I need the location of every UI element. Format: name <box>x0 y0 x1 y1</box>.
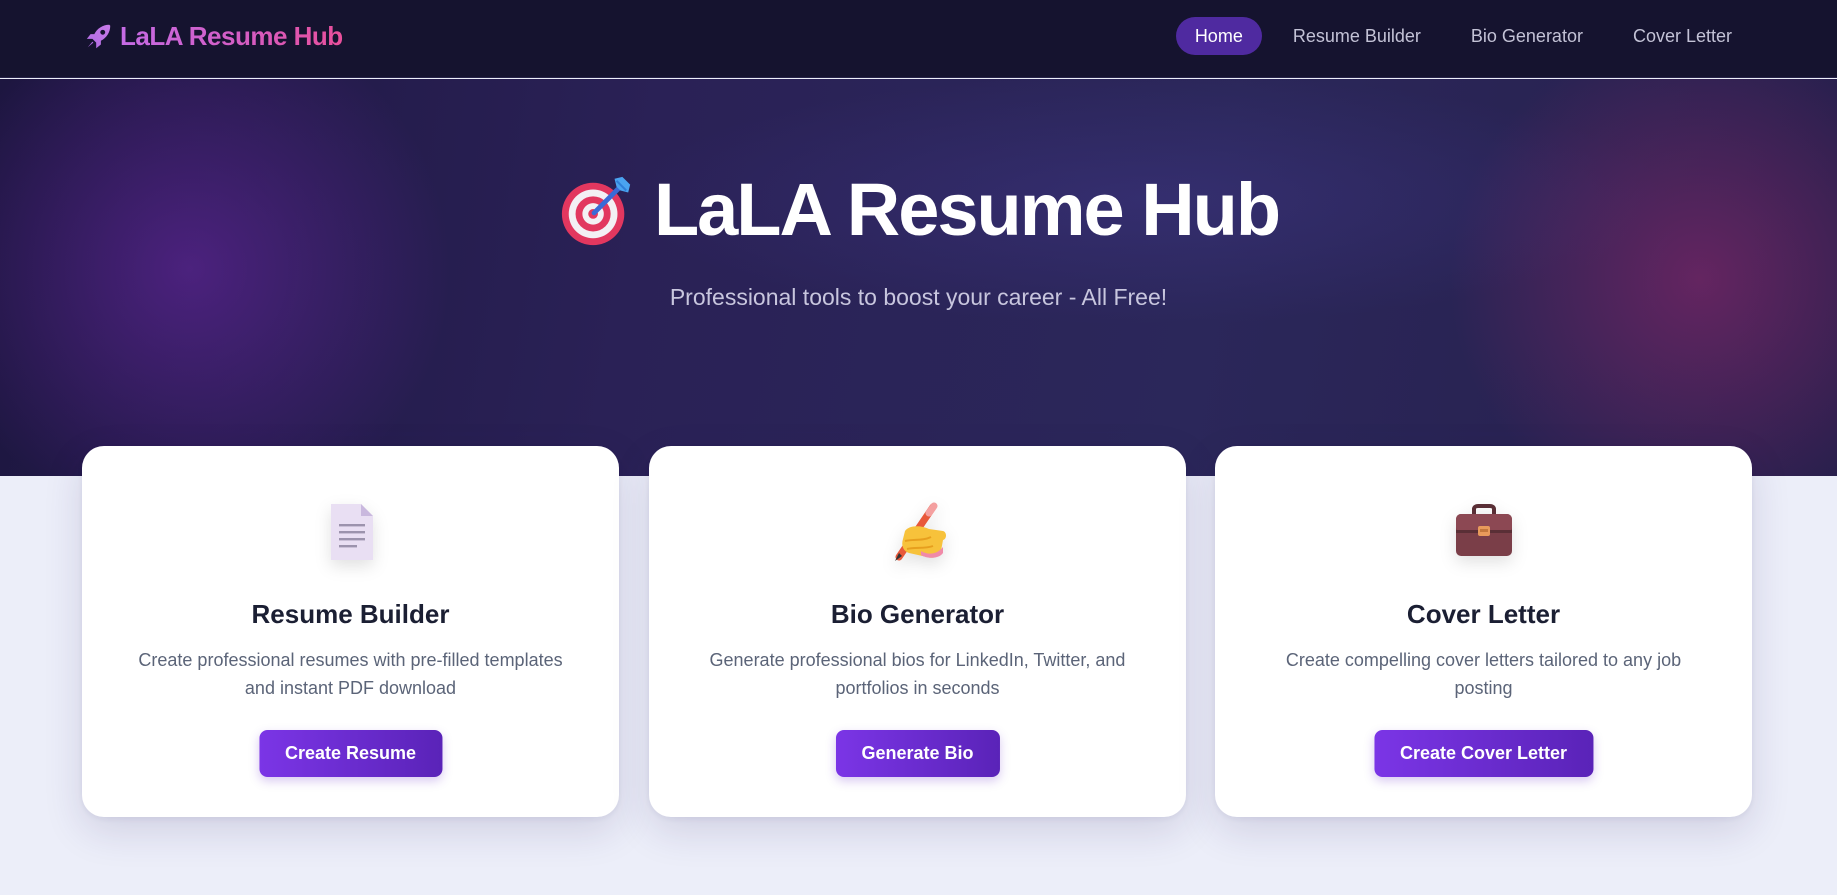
card-resume-builder: Resume Builder Create professional resum… <box>82 446 619 817</box>
create-resume-button[interactable]: Create Resume <box>258 730 443 777</box>
card-description: Create compelling cover letters tailored… <box>1285 650 1682 698</box>
card-description: Create professional resumes with pre-fil… <box>138 650 563 698</box>
navbar: LaLA Resume Hub Home Resume Builder Bio … <box>0 0 1837 78</box>
nav-cover-letter[interactable]: Cover Letter <box>1614 17 1751 55</box>
document-icon <box>319 500 383 564</box>
card-bio-generator: Bio Generator Generate professional bios… <box>649 446 1186 817</box>
card-description: Generate professional bios for LinkedIn,… <box>709 650 1126 698</box>
card-title: Resume Builder <box>251 599 450 629</box>
nav-links: Home Resume Builder Bio Generator Cover … <box>1175 17 1751 55</box>
card-cover-letter: Cover Letter Create compelling cover let… <box>1215 446 1752 817</box>
card-title: Cover Letter <box>1406 599 1561 629</box>
card-title: Bio Generator <box>830 599 1005 629</box>
briefcase-icon <box>1452 500 1516 564</box>
brand-name: LaLA Resume Hub <box>120 20 343 51</box>
rocket-icon <box>86 24 111 49</box>
hero-section: LaLA Resume Hub Professional tools to bo… <box>0 79 1837 476</box>
writing-hand-icon <box>886 500 950 564</box>
brand-logo[interactable]: LaLA Resume Hub <box>84 18 343 54</box>
create-cover-letter-button[interactable]: Create Cover Letter <box>1373 730 1594 777</box>
hero-title: LaLA Resume Hub <box>653 168 1281 251</box>
hero-subtitle: Professional tools to boost your career … <box>669 284 1168 310</box>
generate-bio-button[interactable]: Generate Bio <box>835 730 1000 777</box>
target-icon <box>561 176 631 246</box>
nav-bio-generator[interactable]: Bio Generator <box>1452 17 1602 55</box>
nav-home[interactable]: Home <box>1175 17 1262 55</box>
hero-title-row: LaLA Resume Hub <box>0 171 1837 249</box>
nav-resume-builder[interactable]: Resume Builder <box>1274 17 1440 55</box>
